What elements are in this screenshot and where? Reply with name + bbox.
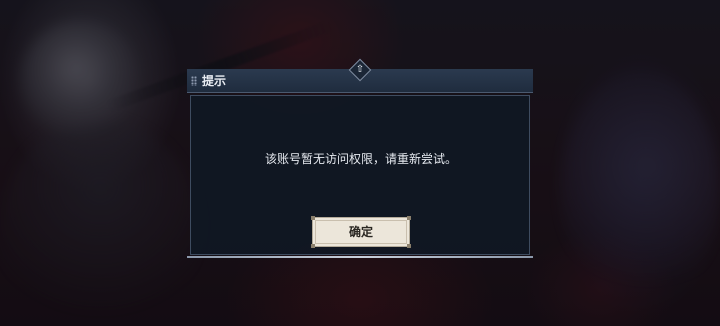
dialog-bottom-border: [187, 256, 533, 258]
button-corner-decoration: [311, 244, 315, 248]
drag-grip-icon: [191, 76, 197, 86]
alert-dialog: 提示 ⇧ 该账号暂无访问权限，请重新尝试。 确定: [187, 58, 533, 258]
button-corner-decoration: [407, 244, 411, 248]
button-corner-decoration: [407, 216, 411, 220]
confirm-button-label: 确定: [348, 225, 373, 239]
emblem-arrow-icon: ⇧: [355, 64, 365, 75]
confirm-button[interactable]: 确定: [311, 216, 411, 248]
game-screen: 提示 ⇧ 该账号暂无访问权限，请重新尝试。 确定: [0, 0, 720, 326]
dialog-title: 提示: [202, 74, 227, 88]
button-corner-decoration: [311, 216, 315, 220]
dialog-body: 该账号暂无访问权限，请重新尝试。 确定: [190, 95, 530, 255]
dialog-message: 该账号暂无访问权限，请重新尝试。: [264, 152, 457, 166]
